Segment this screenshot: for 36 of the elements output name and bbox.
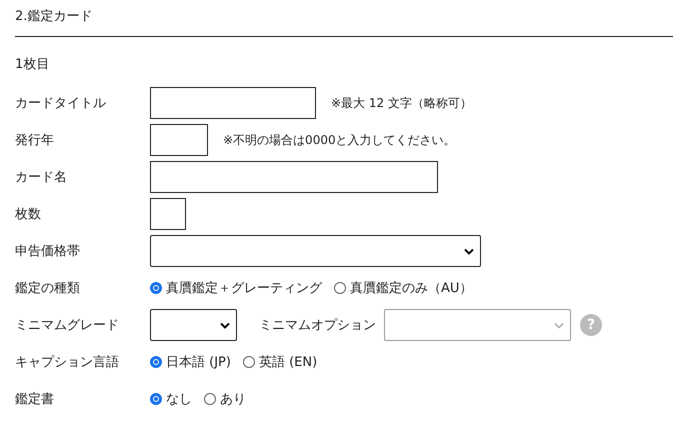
input-field[interactable] [150,161,438,193]
radio-label: 真贋鑑定のみ（AU） [350,280,472,297]
radio-button[interactable] [150,356,162,368]
radio-button[interactable] [150,282,162,294]
field-label: 申告価格帯 [15,243,81,260]
radio-label: 英語 (EN) [258,354,318,371]
field-note: ※不明の場合は0000と入力してください。 [223,132,456,148]
input-field[interactable] [150,198,186,230]
radio-button[interactable] [242,356,255,368]
dropdown[interactable] [150,235,481,267]
chevron-icon [220,322,230,328]
card-heading: 1枚目 [15,56,50,74]
dropdown[interactable] [150,309,237,341]
field-label: キャプション言語 [15,354,120,371]
input-field[interactable] [150,124,208,156]
radio-label: 日本語 (JP) [166,354,231,371]
field-label: ミニマムグレード [15,317,120,334]
field-label: カードタイトル [15,95,107,112]
field-label: ミニマムオプション [259,317,376,334]
radio-button[interactable] [150,393,162,405]
radio-label: なし [166,391,192,408]
help-button[interactable]: ? [580,314,602,336]
radio-button[interactable] [334,282,346,294]
field-label: 発行年 [15,132,55,149]
input-field[interactable] [150,87,316,119]
section-title: 2.鑑定カード [15,8,94,26]
radio-label: あり [220,391,246,408]
field-label: カード名 [15,169,68,186]
radio-label: 真贋鑑定＋グレーティング [166,280,322,297]
chevron-icon [554,322,564,328]
field-label: 鑑定の種類 [15,280,81,297]
field-label: 枚数 [15,206,42,223]
field-note: ※最大 12 文字（略称可） [331,94,472,112]
radio-button[interactable] [204,393,216,405]
field-label: 鑑定書 [15,391,55,408]
chevron-icon [464,248,474,254]
